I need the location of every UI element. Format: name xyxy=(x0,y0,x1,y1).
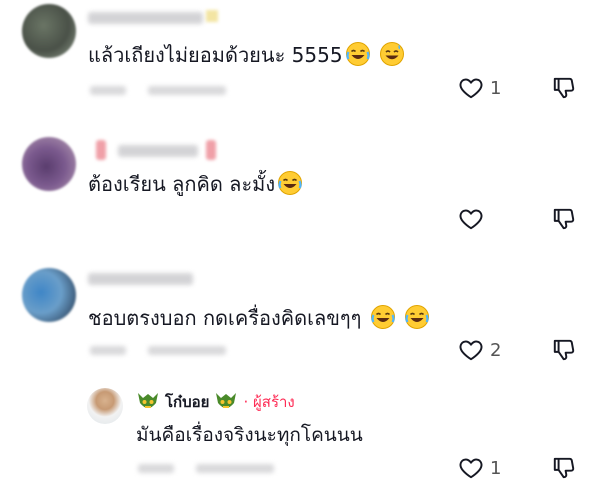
comment-item: ต้องเรียน ลูกคิด ละมั้ง xyxy=(0,125,600,245)
avatar[interactable] xyxy=(22,268,76,322)
avatar[interactable] xyxy=(22,137,76,191)
avatar[interactable] xyxy=(22,4,76,58)
reply-button[interactable] xyxy=(148,86,226,95)
reply-header: โก๋บอย · ผู้สร้าง xyxy=(136,390,295,414)
comment-text: ต้องเรียน ลูกคิด ละมั้ง xyxy=(88,170,303,197)
flower-icon xyxy=(96,140,106,160)
creator-label: · ผู้สร้าง xyxy=(243,393,295,411)
like-count: 1 xyxy=(490,77,502,99)
thumbs-down-outline-icon[interactable] xyxy=(551,75,577,101)
creator-name[interactable]: โก๋บอย xyxy=(165,390,209,414)
reply-meta xyxy=(138,464,174,473)
like-count: 2 xyxy=(490,339,502,361)
thumbs-down-outline-icon[interactable] xyxy=(551,455,577,481)
thumbs-down-outline-icon[interactable] xyxy=(551,337,577,363)
reply-text: มันคือเรื่องจริงนะทุกโคนนน xyxy=(136,424,363,446)
username[interactable] xyxy=(88,12,203,24)
comment-meta xyxy=(90,86,126,95)
like-button[interactable]: 1 xyxy=(458,454,501,482)
reply-button[interactable] xyxy=(148,346,226,355)
like-count: 1 xyxy=(490,457,502,479)
comment-meta xyxy=(90,346,126,355)
thumbs-down-outline-icon[interactable] xyxy=(551,206,577,232)
verified-badge-icon xyxy=(206,10,218,22)
like-button[interactable] xyxy=(458,205,490,233)
flower-icon xyxy=(206,140,216,160)
reply-item: โก๋บอย · ผู้สร้าง มันคือเรื่องจริงนะทุกโ… xyxy=(0,378,600,489)
username[interactable] xyxy=(88,273,193,285)
comment-text: แล้วเถียงไม่ยอมด้วยนะ 5555 xyxy=(88,41,405,68)
tears-of-joy-emoji xyxy=(277,170,303,196)
reply-button[interactable] xyxy=(196,464,274,473)
creator-avatar[interactable] xyxy=(87,388,123,424)
comment-text: ชอบตรงบอก กดเครื่องคิดเลขๆๆ xyxy=(88,304,430,331)
username[interactable] xyxy=(118,145,198,157)
grinning-sweat-emoji xyxy=(379,41,405,67)
like-button[interactable]: 1 xyxy=(458,74,501,102)
mask-badge-icon xyxy=(216,393,237,408)
tears-of-joy-emoji xyxy=(404,304,430,330)
heart-outline-icon xyxy=(458,337,484,363)
heart-outline-icon xyxy=(458,75,484,101)
tears-of-joy-emoji xyxy=(345,41,371,67)
comment-item: ชอบตรงบอก กดเครื่องคิดเลขๆๆ 2 xyxy=(0,258,600,378)
mask-badge-icon xyxy=(138,393,158,408)
like-button[interactable]: 2 xyxy=(458,336,501,364)
heart-outline-icon xyxy=(458,455,484,481)
heart-outline-icon xyxy=(458,206,484,232)
tears-of-joy-emoji xyxy=(370,304,396,330)
comment-item: แล้วเถียงไม่ยอมด้วยนะ 5555 1 xyxy=(0,0,600,110)
